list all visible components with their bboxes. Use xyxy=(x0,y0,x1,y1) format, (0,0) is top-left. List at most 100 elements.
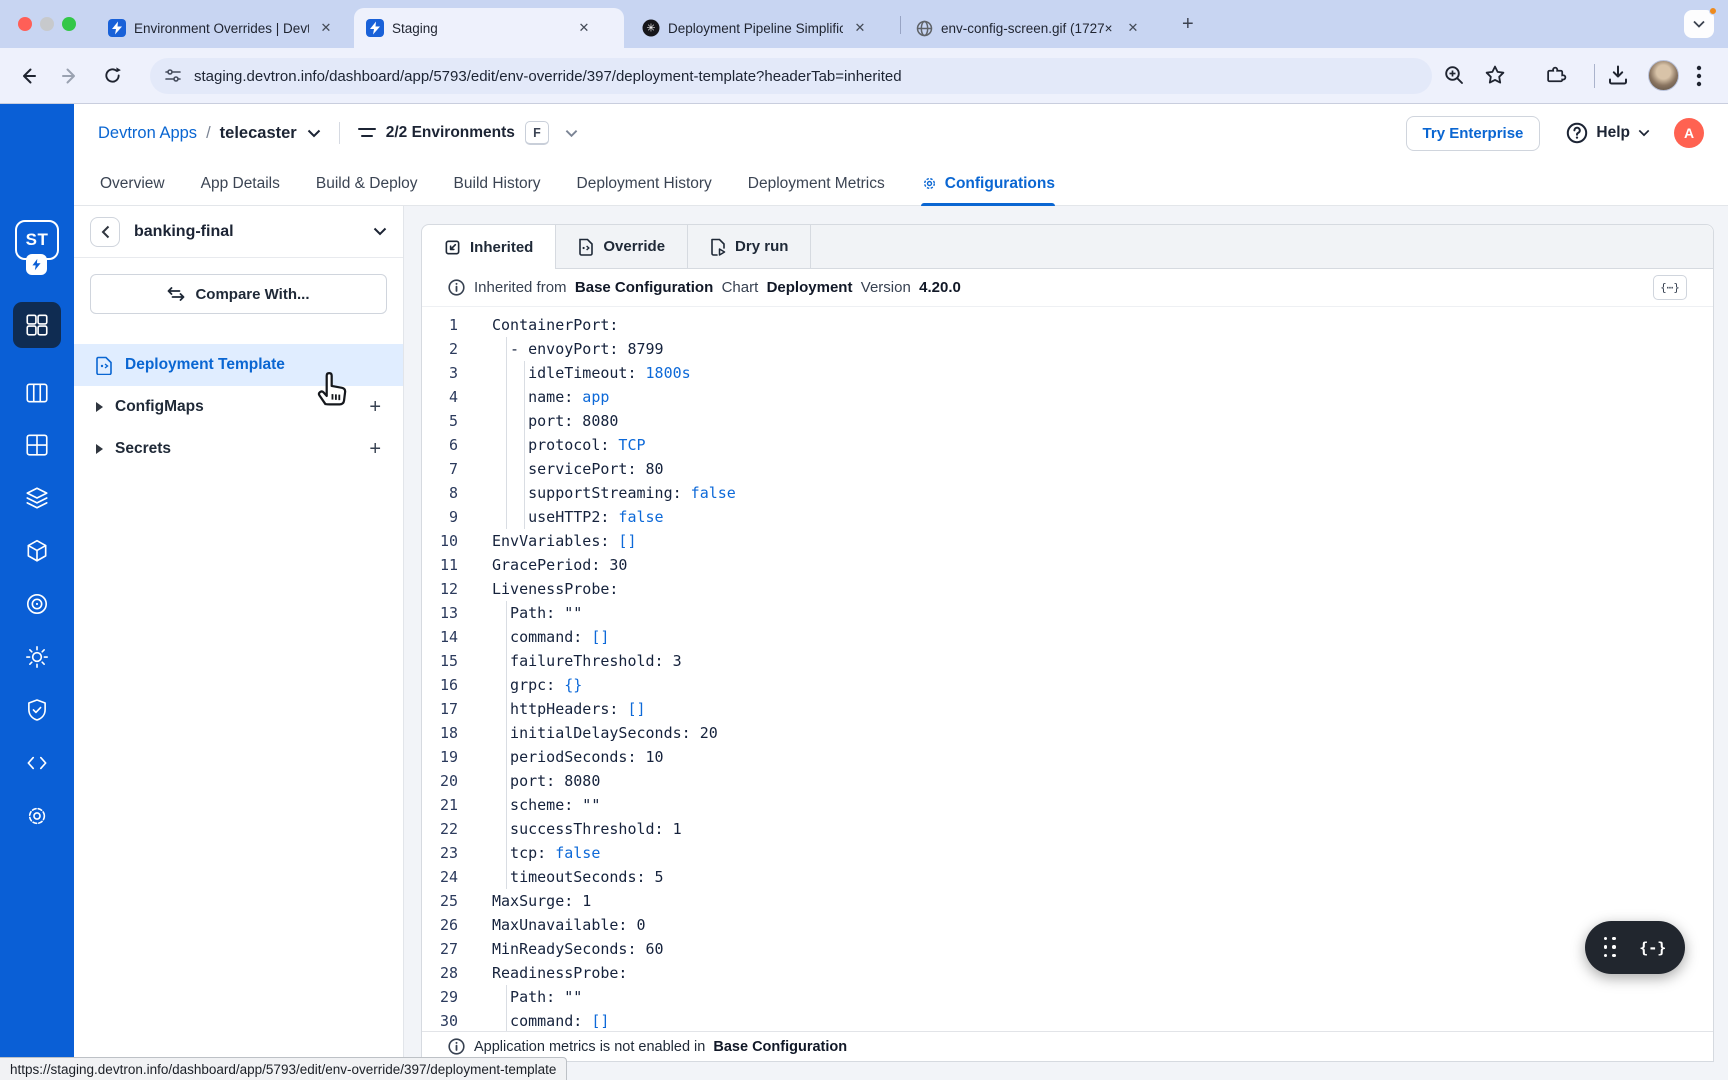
extensions-icon[interactable] xyxy=(1544,63,1568,87)
sidebar-item-clusters[interactable] xyxy=(13,634,61,680)
tab-close-icon[interactable]: ✕ xyxy=(575,19,593,37)
env-dropdown-chevron-icon[interactable] xyxy=(565,129,578,138)
app-metrics-text: Application metrics is not enabled in Ba… xyxy=(474,1039,847,1055)
tab-search-button[interactable] xyxy=(1684,10,1714,38)
code-line[interactable]: 21 scheme: "" xyxy=(422,793,1713,817)
new-tab-button[interactable]: + xyxy=(1182,13,1194,36)
sidebar-item-chart-store[interactable] xyxy=(13,528,61,574)
nav-tab-app-details[interactable]: App Details xyxy=(201,162,280,206)
deployment-template-icon xyxy=(96,356,113,375)
code-line[interactable]: 22 successThreshold: 1 xyxy=(422,817,1713,841)
devtron-logo-badge xyxy=(26,254,47,275)
code-snippet-icon[interactable]: {-} xyxy=(1639,939,1666,957)
user-avatar[interactable]: A xyxy=(1674,118,1704,148)
app-switch-chevron-icon[interactable] xyxy=(307,129,321,138)
code-line[interactable]: 14 command: [] xyxy=(422,625,1713,649)
window-close-button[interactable] xyxy=(18,17,32,31)
url-bar[interactable]: staging.devtron.info/dashboard/app/5793/… xyxy=(150,58,1432,94)
window-minimize-button[interactable] xyxy=(40,17,54,31)
environment-count[interactable]: 2/2 Environments xyxy=(386,124,515,142)
code-line[interactable]: 12LivenessProbe: xyxy=(422,577,1713,601)
code-line[interactable]: 24 timeoutSeconds: 5 xyxy=(422,865,1713,889)
sidebar-item-deployment-targets[interactable] xyxy=(13,581,61,627)
code-line[interactable]: 8 supportStreaming: false xyxy=(422,481,1713,505)
browser-tab[interactable]: ✳ Deployment Pipeline Simplific ✕ xyxy=(630,8,898,48)
code-line[interactable]: 23 tcp: false xyxy=(422,841,1713,865)
browser-tab[interactable]: Staging ✕ xyxy=(354,8,624,48)
code-line[interactable]: 25MaxSurge: 1 xyxy=(422,889,1713,913)
code-line[interactable]: 16 grpc: {} xyxy=(422,673,1713,697)
env-name-chevron-icon[interactable] xyxy=(373,227,387,236)
code-line[interactable]: 10EnvVariables: [] xyxy=(422,529,1713,553)
try-enterprise-button[interactable]: Try Enterprise xyxy=(1406,116,1541,151)
drag-handle-icon[interactable] xyxy=(1604,937,1618,959)
window-zoom-button[interactable] xyxy=(62,17,76,31)
code-line[interactable]: 28ReadinessProbe: xyxy=(422,961,1713,985)
code-line[interactable]: 5 port: 8080 xyxy=(422,409,1713,433)
code-line[interactable]: 18 initialDelaySeconds: 20 xyxy=(422,721,1713,745)
sidebar-item-jobs[interactable] xyxy=(13,370,61,416)
help-menu[interactable]: Help xyxy=(1566,122,1650,144)
code-line[interactable]: 26MaxUnavailable: 0 xyxy=(422,913,1713,937)
expand-caret-icon[interactable] xyxy=(96,402,103,412)
code-line[interactable]: 2 - envoyPort: 8799 xyxy=(422,337,1713,361)
yaml-editor[interactable]: 1ContainerPort:2 - envoyPort: 87993 idle… xyxy=(422,308,1713,1031)
nav-tab-deployment-metrics[interactable]: Deployment Metrics xyxy=(748,162,885,206)
template-tab-override[interactable]: Override xyxy=(556,225,688,268)
code-text: periodSeconds: 10 xyxy=(478,745,664,769)
site-settings-icon[interactable] xyxy=(164,68,182,84)
browser-tab[interactable]: env-config-screen.gif (1727× ✕ xyxy=(904,8,1166,48)
sidebar-item-settings[interactable] xyxy=(13,793,61,839)
sidebar-item-security[interactable] xyxy=(13,687,61,733)
sidebar-item-resource-browser[interactable] xyxy=(13,475,61,521)
bookmark-star-icon[interactable] xyxy=(1483,63,1507,87)
nav-tab-deployment-history[interactable]: Deployment History xyxy=(577,162,712,206)
sidebar-item-apps[interactable] xyxy=(13,302,61,348)
nav-tab-build-history[interactable]: Build History xyxy=(454,162,541,206)
sidebar-item-application-groups[interactable] xyxy=(13,422,61,468)
template-tab-inherited[interactable]: Inherited xyxy=(422,225,556,269)
expand-caret-icon[interactable] xyxy=(96,444,103,454)
tab-close-icon[interactable]: ✕ xyxy=(1124,19,1142,37)
tab-close-icon[interactable]: ✕ xyxy=(317,19,335,37)
config-item-secrets[interactable]: Secrets+ xyxy=(74,428,403,470)
back-button[interactable] xyxy=(12,60,44,92)
nav-tab-configurations[interactable]: Configurations xyxy=(921,162,1055,206)
code-line[interactable]: 9 useHTTP2: false xyxy=(422,505,1713,529)
code-line[interactable]: 7 servicePort: 80 xyxy=(422,457,1713,481)
code-line[interactable]: 19 periodSeconds: 10 xyxy=(422,745,1713,769)
browser-tab-strip: Environment Overrides | Devt ✕ Staging ✕… xyxy=(0,0,1728,48)
forward-button[interactable] xyxy=(54,60,86,92)
code-line[interactable]: 6 protocol: TCP xyxy=(422,433,1713,457)
browser-menu-icon[interactable] xyxy=(1696,65,1702,87)
tab-close-icon[interactable]: ✕ xyxy=(851,19,869,37)
code-line[interactable]: 20 port: 8080 xyxy=(422,769,1713,793)
code-line[interactable]: 17 httpHeaders: [] xyxy=(422,697,1713,721)
code-line[interactable]: 4 name: app xyxy=(422,385,1713,409)
zoom-page-icon[interactable] xyxy=(1442,63,1466,87)
template-tab-dry-run[interactable]: Dry run xyxy=(688,225,811,268)
app-header: Devtron Apps / telecaster 2/2 Environmen… xyxy=(74,104,1728,162)
code-line[interactable]: 27MinReadySeconds: 60 xyxy=(422,937,1713,961)
code-line[interactable]: 3 idleTimeout: 1800s xyxy=(422,361,1713,385)
toggle-readme-button[interactable]: {⋯} xyxy=(1653,275,1687,300)
nav-tab-overview[interactable]: Overview xyxy=(100,162,165,206)
compare-with-button[interactable]: Compare With... xyxy=(90,274,387,314)
downloads-icon[interactable] xyxy=(1606,63,1630,87)
code-line[interactable]: 1ContainerPort: xyxy=(422,313,1713,337)
code-text: LivenessProbe: xyxy=(478,577,618,601)
code-line[interactable]: 11GracePeriod: 30 xyxy=(422,553,1713,577)
add-icon[interactable]: + xyxy=(369,438,381,461)
nav-tab-build-deploy[interactable]: Build & Deploy xyxy=(316,162,418,206)
breadcrumb-devtron-apps[interactable]: Devtron Apps xyxy=(98,124,197,143)
code-line[interactable]: 15 failureThreshold: 3 xyxy=(422,649,1713,673)
code-line[interactable]: 29 Path: "" xyxy=(422,985,1713,1009)
browser-profile-avatar[interactable] xyxy=(1648,60,1679,91)
code-line[interactable]: 30 command: [] xyxy=(422,1009,1713,1031)
code-line[interactable]: 13 Path: "" xyxy=(422,601,1713,625)
sidebar-item-code[interactable] xyxy=(13,740,61,786)
browser-tab[interactable]: Environment Overrides | Devt ✕ xyxy=(96,8,348,48)
reload-button[interactable] xyxy=(96,60,128,92)
back-to-envs-button[interactable] xyxy=(90,217,120,247)
add-icon[interactable]: + xyxy=(369,396,381,419)
